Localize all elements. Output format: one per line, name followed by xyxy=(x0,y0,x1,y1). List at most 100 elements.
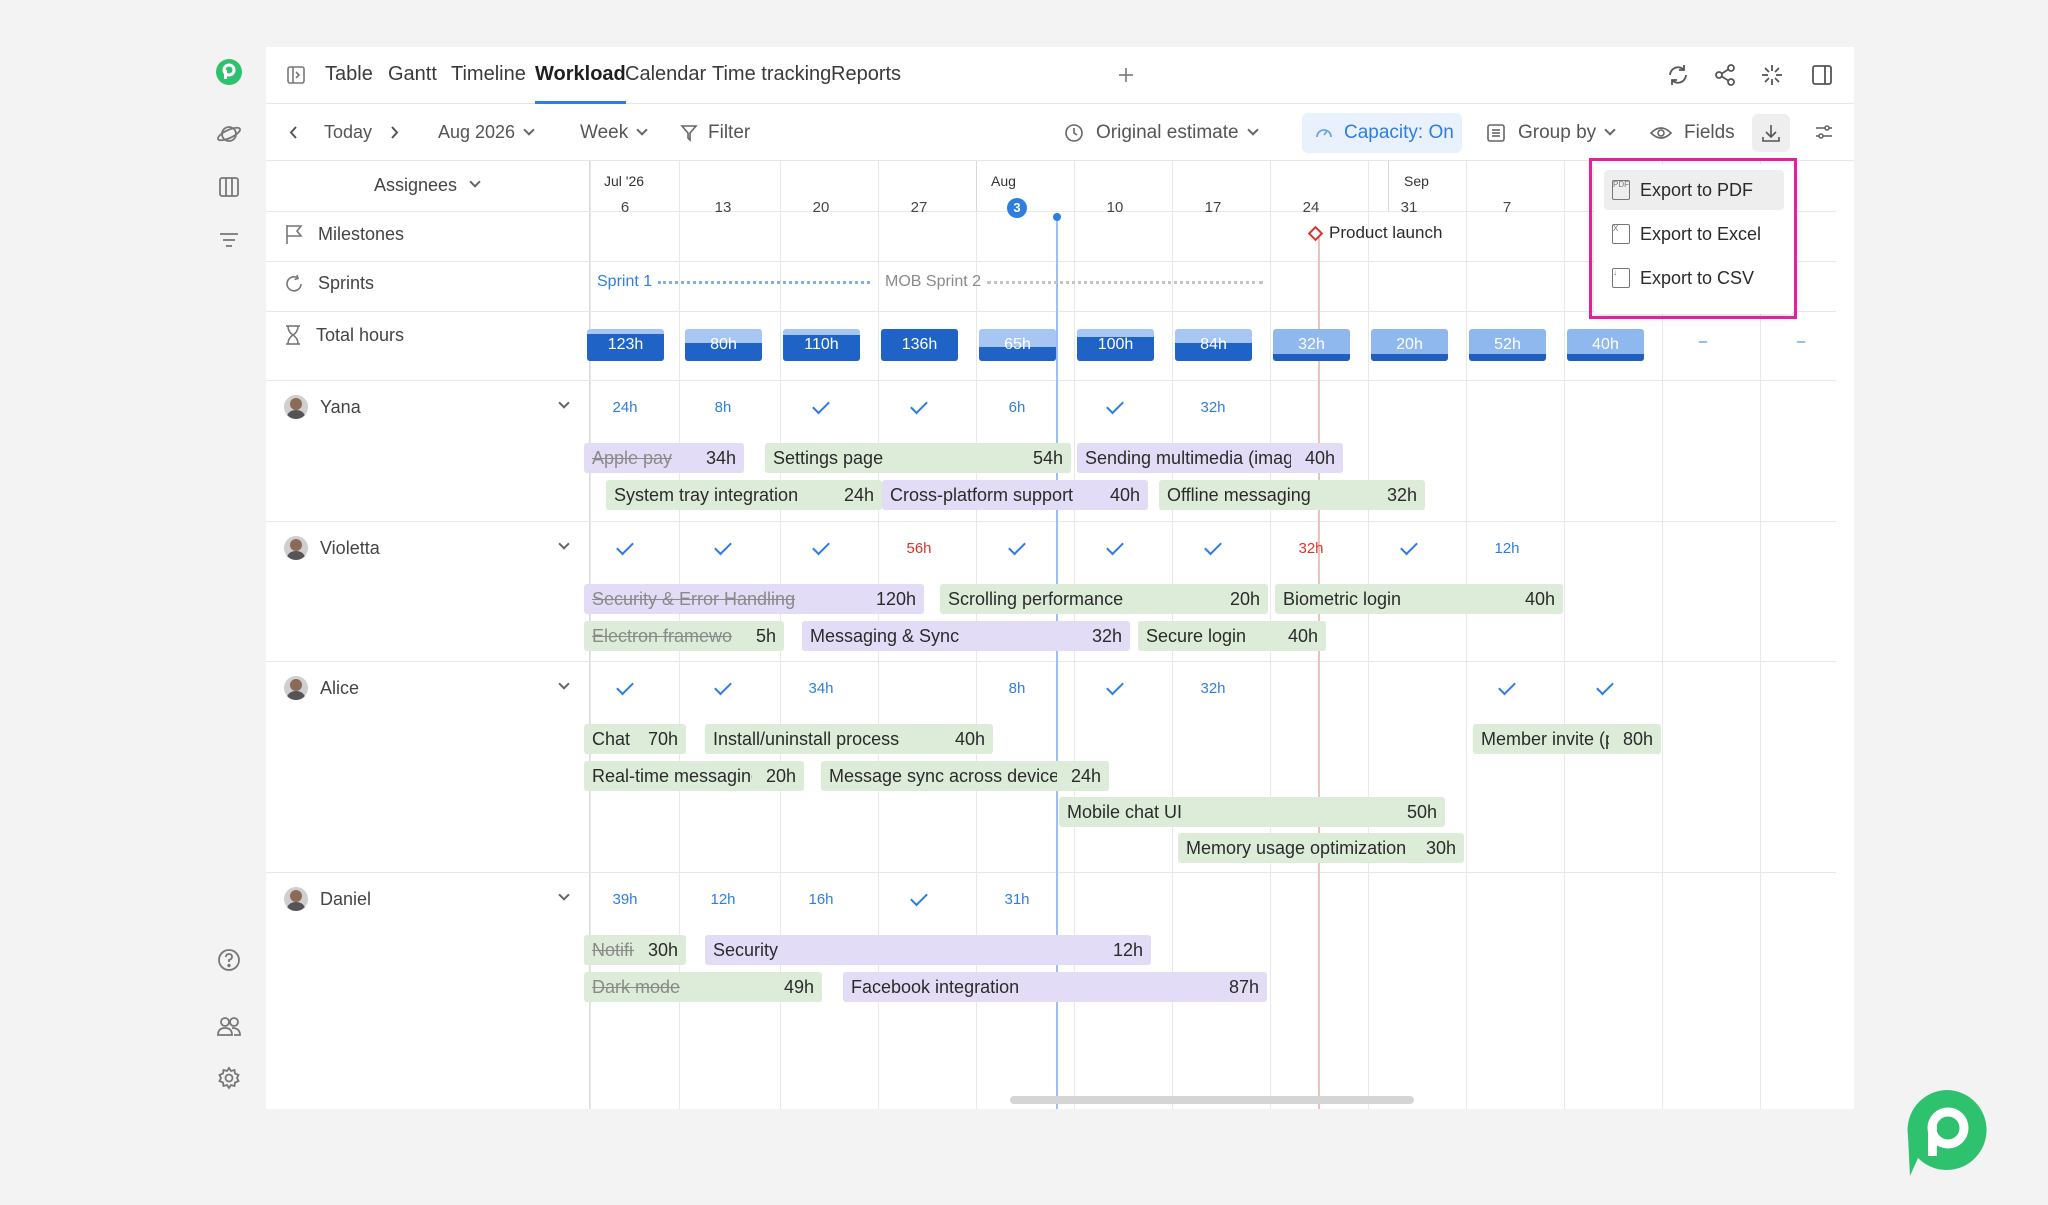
total-hours-value: 80h xyxy=(710,336,737,353)
tab-reports[interactable]: Reports xyxy=(831,47,901,104)
share-icon[interactable] xyxy=(1709,59,1741,91)
horizontal-scrollbar[interactable] xyxy=(1010,1096,1414,1104)
milestone-product-launch[interactable]: Product launch xyxy=(1307,223,1442,243)
chevron-down-icon[interactable] xyxy=(558,889,570,901)
total-hours-bar[interactable]: 100h xyxy=(1077,329,1154,361)
left-rail xyxy=(200,47,258,1109)
download-button[interactable] xyxy=(1752,114,1790,152)
task-name: Security & Error Handling xyxy=(592,589,796,609)
estimate-select[interactable]: Original estimate xyxy=(1064,104,1259,161)
task-bar[interactable]: Security & Error Handling 120h xyxy=(584,584,924,614)
task-bar[interactable]: Sending multimedia (imag 40h xyxy=(1077,443,1343,473)
total-hours-bar[interactable]: 65h xyxy=(979,329,1056,361)
assignee-daniel[interactable]: Daniel xyxy=(284,887,371,911)
task-bar[interactable]: Electron framework 5h xyxy=(584,621,784,651)
task-bar[interactable]: Secure login 40h xyxy=(1138,621,1326,651)
side-panel-icon[interactable] xyxy=(1806,59,1838,91)
team-icon[interactable] xyxy=(214,1011,244,1041)
chevron-down-icon[interactable] xyxy=(558,538,570,550)
fields-button[interactable]: Fields xyxy=(1650,104,1735,161)
task-bar[interactable]: Install/uninstall process 40h xyxy=(705,724,993,754)
next-period-button[interactable] xyxy=(388,104,400,161)
view-tabs: Table Gantt Timeline Workload Calendar Time t… xyxy=(266,47,1854,104)
capacity-toggle[interactable]: Capacity: On xyxy=(1302,113,1462,153)
task-bar[interactable]: Settings page 54h xyxy=(765,443,1071,473)
task-bar[interactable]: Security 12h xyxy=(705,935,1151,965)
total-hours-bar[interactable]: 80h xyxy=(685,329,762,361)
tab-gantt[interactable]: Gantt xyxy=(388,47,437,104)
filter-lines-icon[interactable] xyxy=(214,225,244,255)
assignee-alice[interactable]: Alice xyxy=(284,676,359,700)
planet-icon[interactable] xyxy=(214,119,244,149)
sprint-1[interactable]: Sprint 1 xyxy=(597,273,871,291)
task-bar[interactable]: Dark mode 49h xyxy=(584,972,822,1002)
date-picker[interactable]: Aug 2026 xyxy=(438,104,535,161)
settings-gear-icon[interactable] xyxy=(214,1063,244,1093)
day-label: 20 xyxy=(812,199,830,216)
task-hours: 30h xyxy=(647,940,678,960)
collapse-sidebar-icon[interactable] xyxy=(280,59,312,91)
task-bar[interactable]: Cross-platform support 40h xyxy=(882,480,1148,510)
task-bar[interactable]: Apple pay 34h xyxy=(584,443,744,473)
chevron-down-icon xyxy=(523,124,535,136)
columns-icon[interactable] xyxy=(214,172,244,202)
group-by-select[interactable]: Group by xyxy=(1486,104,1616,161)
task-bar[interactable]: Mobile chat UI 50h xyxy=(1059,797,1445,827)
grid-row-line xyxy=(266,661,1836,662)
sparkle-icon[interactable] xyxy=(1756,59,1788,91)
task-bar[interactable]: Facebook integration 87h xyxy=(843,972,1267,1002)
chevron-down-icon[interactable] xyxy=(558,678,570,690)
fields-label: Fields xyxy=(1684,122,1735,143)
person-week-hours: 24h xyxy=(612,399,638,416)
prev-period-button[interactable] xyxy=(288,104,300,161)
check-icon xyxy=(1008,537,1026,556)
total-hours-bar[interactable]: 32h xyxy=(1273,329,1350,361)
task-bar[interactable]: Chat i 70h xyxy=(584,724,686,754)
app-logo-icon[interactable] xyxy=(214,57,244,87)
task-name: Messaging & Sync xyxy=(810,626,960,646)
assignee-violetta[interactable]: Violetta xyxy=(284,536,380,560)
total-hours-value: 123h xyxy=(607,336,644,353)
task-bar[interactable]: Notific 30h xyxy=(584,935,686,965)
task-bar[interactable]: Message sync across device 24h xyxy=(821,761,1109,791)
total-hours-bar[interactable]: 40h xyxy=(1567,329,1644,361)
task-bar[interactable]: Scrolling performance 20h xyxy=(940,584,1268,614)
task-bar[interactable]: Biometric login 40h xyxy=(1275,584,1563,614)
tab-workload[interactable]: Workload xyxy=(535,47,626,104)
today-button[interactable]: Today xyxy=(324,104,372,161)
task-name: Member invite (p xyxy=(1481,729,1609,749)
total-hours-value: 100h xyxy=(1097,336,1134,353)
task-name: Facebook integration xyxy=(851,977,1020,997)
assignee-yana[interactable]: Yana xyxy=(284,395,361,419)
total-hours-bar[interactable]: 110h xyxy=(783,329,860,361)
total-hours-bar[interactable]: 123h xyxy=(587,329,664,361)
task-hours: 40h xyxy=(1109,485,1140,505)
tab-timeline[interactable]: Timeline xyxy=(451,47,526,104)
tab-time-tracking[interactable]: Time tracking xyxy=(712,47,831,104)
tab-calendar[interactable]: Calendar xyxy=(625,47,706,104)
check-icon xyxy=(1106,677,1124,696)
settings-sliders-icon[interactable] xyxy=(1808,116,1840,148)
task-bar[interactable]: Messaging & Sync 32h xyxy=(802,621,1130,651)
refresh-icon[interactable] xyxy=(1662,59,1694,91)
add-view-icon[interactable] xyxy=(1110,59,1142,91)
total-hours-bar[interactable]: 84h xyxy=(1175,329,1252,361)
chevron-down-icon[interactable] xyxy=(558,397,570,409)
scale-select[interactable]: Week xyxy=(580,104,648,161)
sprint-2[interactable]: MOB Sprint 2 xyxy=(885,273,1264,291)
task-bar[interactable]: Offline messaging 32h xyxy=(1159,480,1425,510)
assignees-header[interactable]: Assignees xyxy=(374,175,481,196)
tab-table[interactable]: Table xyxy=(325,47,373,104)
total-hours-bar[interactable]: 52h xyxy=(1469,329,1546,361)
help-icon[interactable] xyxy=(214,945,244,975)
task-bar[interactable]: Member invite (p 80h xyxy=(1473,724,1661,754)
task-bar[interactable]: Real-time messaging 20h xyxy=(584,761,804,791)
total-hours-bar[interactable]: 136h xyxy=(881,329,958,361)
total-hours-bar[interactable]: 20h xyxy=(1371,329,1448,361)
task-bar[interactable]: System tray integration 24h xyxy=(606,480,882,510)
filter-button[interactable]: Filter xyxy=(680,104,750,161)
task-hours: 87h xyxy=(1228,977,1259,997)
task-bar[interactable]: Memory usage optimization 30h xyxy=(1178,833,1464,863)
eye-icon xyxy=(1650,125,1672,141)
task-hours: 70h xyxy=(647,729,678,749)
